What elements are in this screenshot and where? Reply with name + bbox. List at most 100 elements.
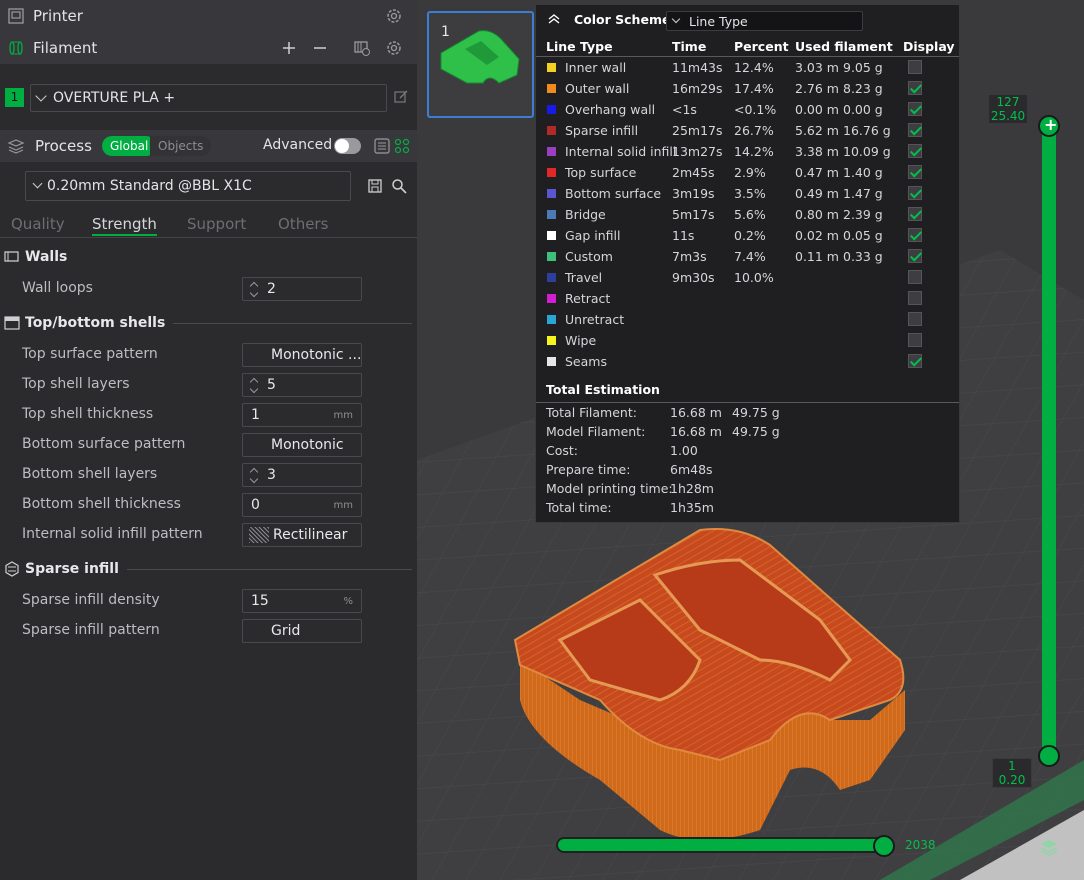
filament-settings-gear-icon[interactable] [385, 39, 403, 57]
top-shell-thickness-value: 1 [251, 407, 260, 423]
display-checkbox[interactable] [908, 312, 922, 326]
section-walls: Walls [0, 246, 417, 268]
save-preset-icon[interactable] [367, 178, 383, 194]
bottom-surface-pattern-label: Bottom surface pattern [22, 436, 186, 452]
move-slider-thumb[interactable] [873, 835, 895, 857]
left-panel: Printer Filament 1 OVERTURE PLA + Proces… [0, 0, 417, 880]
top-shell-layers-stepper[interactable]: 5 [242, 373, 362, 397]
sparse-infill-density-input[interactable]: 15% [242, 589, 362, 613]
color-swatch [547, 147, 556, 156]
estimate-value-primary: 16.68 m [670, 405, 722, 420]
printer-settings-gear-icon[interactable] [385, 7, 403, 25]
compare-presets-icon[interactable] [393, 137, 411, 155]
collapse-chevron-icon[interactable] [547, 13, 561, 25]
process-list-icon[interactable] [373, 137, 391, 155]
legend-row: Unretract [536, 309, 959, 330]
filament-dropdown[interactable]: OVERTURE PLA + [30, 84, 387, 112]
objects-toggle[interactable]: Objects [150, 136, 212, 156]
display-checkbox[interactable] [908, 270, 922, 284]
search-icon[interactable] [391, 178, 407, 194]
used-mass-value: 0.33 g [843, 249, 883, 264]
global-toggle[interactable]: Global [102, 136, 157, 156]
sparse-infill-icon [5, 561, 19, 577]
stepper-arrows-icon[interactable] [245, 374, 265, 396]
layer-slider-track[interactable] [1042, 125, 1056, 757]
wall-loops-value: 2 [267, 281, 276, 297]
legend-row: Custom 7m3s 7.4% 0.11 m 0.33 g [536, 246, 959, 267]
layer-slider-upper-thumb[interactable] [1038, 115, 1060, 137]
stepper-arrows-icon[interactable] [245, 464, 265, 486]
display-checkbox[interactable] [908, 102, 922, 116]
remove-filament-minus-icon[interactable] [311, 39, 329, 57]
process-preset-dropdown[interactable]: 0.20mm Standard @BBL X1C [25, 171, 351, 201]
display-checkbox[interactable] [908, 144, 922, 158]
legend-column-headers: Line Type Time Percent Used filament Dis… [536, 37, 959, 57]
display-checkbox[interactable] [908, 291, 922, 305]
ams-sync-icon[interactable] [353, 39, 371, 57]
display-checkbox[interactable] [908, 186, 922, 200]
color-swatch [547, 189, 556, 198]
percent-value: 0.2% [734, 228, 766, 243]
tab-quality[interactable]: Quality [11, 215, 65, 233]
printer-header[interactable]: Printer [0, 0, 417, 32]
used-length-value: 0.49 m [795, 186, 839, 201]
rectilinear-pattern-icon [249, 527, 269, 543]
display-checkbox[interactable] [908, 60, 922, 74]
legend-divider [536, 402, 959, 403]
display-checkbox[interactable] [908, 354, 922, 368]
line-type-name: Travel [565, 270, 603, 285]
time-value: 5m17s [672, 207, 715, 222]
display-checkbox[interactable] [908, 249, 922, 263]
unit-label: mm [333, 410, 353, 421]
layer-slider-lower-thumb[interactable] [1038, 745, 1060, 767]
tab-others[interactable]: Others [278, 215, 328, 233]
bottom-shell-thickness-input[interactable]: 0 mm [242, 493, 362, 517]
top-layer-height: 25.40 [990, 109, 1026, 123]
line-type-name: Internal solid infill [565, 144, 677, 159]
chevron-down-icon [32, 178, 43, 189]
sparse-infill-pattern-select[interactable]: Grid [242, 619, 362, 643]
used-length-value: 0.02 m [795, 228, 839, 243]
add-filament-plus-icon[interactable] [280, 39, 298, 57]
printer-title: Printer [33, 7, 83, 25]
bottom-shell-layers-stepper[interactable]: 3 [242, 463, 362, 487]
bottom-surface-pattern-value: Monotonic [271, 437, 344, 453]
line-type-name: Overhang wall [565, 102, 656, 117]
color-scheme-dropdown[interactable]: Line Type [666, 11, 863, 31]
display-checkbox[interactable] [908, 333, 922, 347]
tab-strength[interactable]: Strength [92, 215, 157, 236]
used-length-value: 0.47 m [795, 165, 839, 180]
top-surface-pattern-select[interactable]: Monotonic ... [242, 343, 362, 367]
estimate-label: Prepare time: [546, 462, 631, 477]
display-checkbox[interactable] [908, 228, 922, 242]
display-checkbox[interactable] [908, 165, 922, 179]
sparse-infill-density-label: Sparse infill density [22, 592, 160, 608]
stepper-arrows-icon[interactable] [245, 278, 265, 300]
legend-row: Sparse infill 25m17s 26.7% 5.62 m 16.76 g [536, 120, 959, 141]
layers-view-icon[interactable] [1038, 836, 1060, 858]
chevron-down-icon [671, 14, 681, 24]
estimate-value-primary: 1.00 [670, 443, 698, 458]
legend-row: Wipe [536, 330, 959, 351]
display-checkbox[interactable] [908, 81, 922, 95]
wall-loops-label: Wall loops [22, 280, 93, 296]
bottom-surface-pattern-select[interactable]: Monotonic [242, 433, 362, 457]
display-checkbox[interactable] [908, 123, 922, 137]
internal-solid-infill-pattern-value: Rectilinear [273, 527, 348, 543]
wall-loops-stepper[interactable]: 2 [242, 277, 362, 301]
legend-row: Inner wall 11m43s 12.4% 3.03 m 9.05 g [536, 57, 959, 78]
filament-slot-badge[interactable]: 1 [5, 88, 24, 107]
top-shell-thickness-input[interactable]: 1 mm [242, 403, 362, 427]
used-length-value: 5.62 m [795, 123, 839, 138]
legend-row: Overhang wall <1s <0.1% 0.00 m 0.00 g [536, 99, 959, 120]
col-percent: Percent [734, 39, 789, 54]
internal-solid-infill-pattern-select[interactable]: Rectilinear [242, 523, 362, 547]
edit-filament-icon[interactable] [393, 89, 409, 105]
tab-support[interactable]: Support [187, 215, 246, 233]
plate-number: 1 [441, 24, 450, 40]
advanced-toggle-switch[interactable] [334, 138, 361, 154]
time-value: 25m17s [672, 123, 723, 138]
display-checkbox[interactable] [908, 207, 922, 221]
printer-icon [8, 8, 24, 24]
move-slider-track[interactable] [556, 837, 886, 853]
